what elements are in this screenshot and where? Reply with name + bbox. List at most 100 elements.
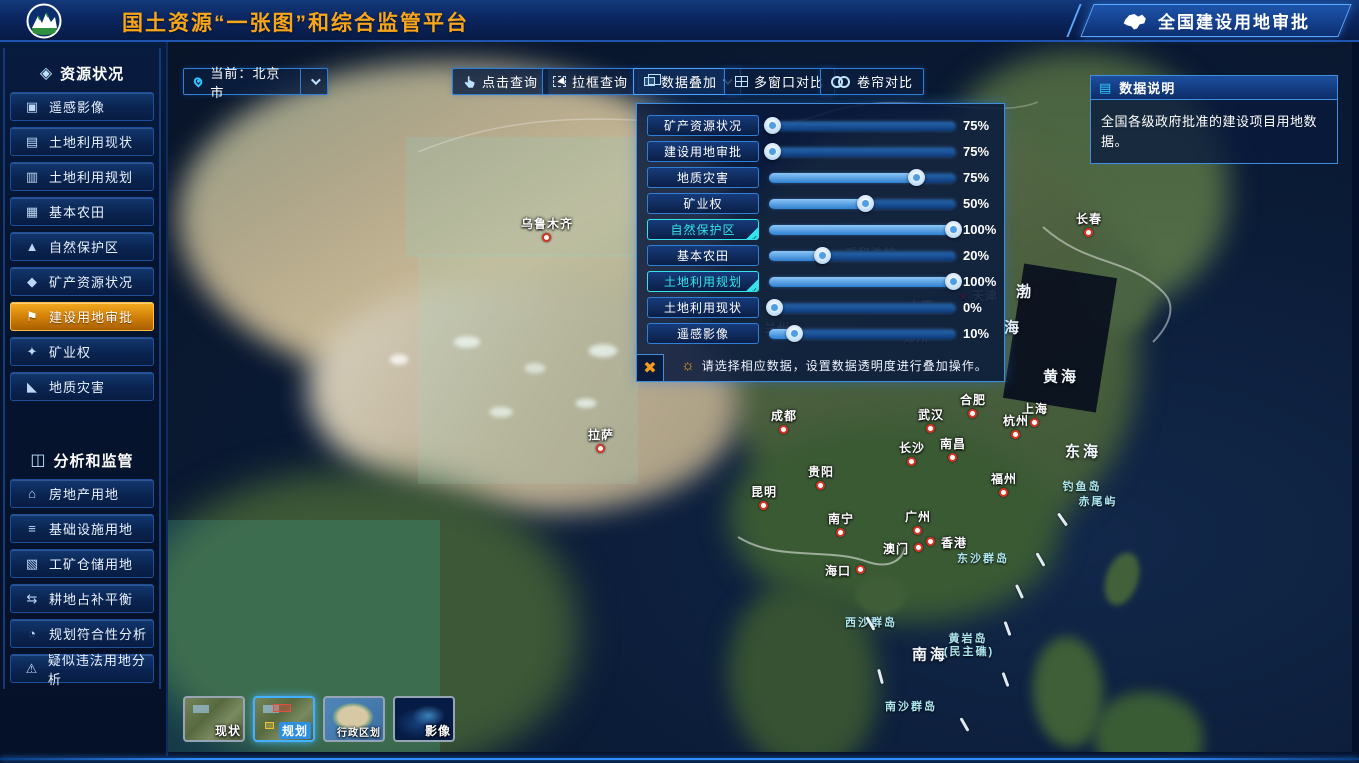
opacity-slider[interactable] xyxy=(769,147,956,157)
swipe-compare-button[interactable]: 卷帘对比 xyxy=(820,68,924,95)
layer-toggle-button[interactable]: 基本农田 xyxy=(647,245,759,266)
sidebar-item-icon: ▤ xyxy=(23,134,41,150)
multi-window-compare-button[interactable]: 多窗口对比 xyxy=(724,68,835,95)
app-logo-icon xyxy=(26,3,62,39)
sidebar-item[interactable]: ▥ 土地利用规划 xyxy=(10,162,154,191)
box-query-button[interactable]: 拉框查询 xyxy=(542,68,639,95)
slider-handle[interactable] xyxy=(764,117,781,134)
page-title: 国土资源“一张图”和综合监管平台 xyxy=(122,7,469,37)
layer-toggle-button[interactable]: 土地利用现状 xyxy=(647,297,759,318)
data-description-header: ▤ 数据说明 xyxy=(1090,75,1338,100)
city-marker-icon xyxy=(1030,418,1039,427)
panel-hint: ☼ 请选择相应数据，设置数据透明度进行叠加操作。 xyxy=(681,357,988,374)
sea-label: 黄海 xyxy=(1043,366,1079,387)
grid-windows-icon xyxy=(735,76,748,87)
layer-toggle-button[interactable]: 地质灾害 xyxy=(647,167,759,188)
data-description-panel: ▤ 数据说明 全国各级政府批准的建设项目用地数据。 xyxy=(1090,75,1338,164)
click-query-button[interactable]: 点击查询 xyxy=(452,68,549,95)
layer-toggle-button[interactable]: 土地利用规划 xyxy=(647,271,759,292)
opacity-percent-label: 100% xyxy=(963,222,996,237)
sea-label: 渤 xyxy=(1016,281,1034,302)
sidebar-item[interactable]: ▤ 土地利用现状 xyxy=(10,127,154,156)
basemap-thumb-planning[interactable]: 规划 xyxy=(253,696,315,742)
sidebar-item[interactable]: ▲ 自然保护区 xyxy=(10,232,154,261)
sidebar-item[interactable]: ⇆ 耕地占补平衡 xyxy=(10,584,154,613)
opacity-slider[interactable] xyxy=(769,251,956,261)
city-marker-icon xyxy=(948,453,957,462)
sidebar-item[interactable]: ▧ 工矿仓储用地 xyxy=(10,549,154,578)
city-marker-icon xyxy=(816,481,825,490)
opacity-slider[interactable] xyxy=(769,329,956,339)
city-marker-icon xyxy=(596,444,605,453)
layer-row: 自然保护区 100% xyxy=(637,217,1004,243)
data-overlay-panel: 矿产资源状况 75% 建设用地审批 75% 地质灾害 xyxy=(636,103,1005,382)
close-panel-button[interactable]: ✖ xyxy=(636,354,664,382)
basemap-thumb-current[interactable]: 现状 xyxy=(183,696,245,742)
sidebar-item[interactable]: ⚠ 疑似违法用地分析 xyxy=(10,654,154,683)
sidebar-item[interactable]: ✦ 矿业权 xyxy=(10,337,154,366)
sea-label: 南海 xyxy=(912,644,948,665)
sidebar-item-icon: ◣ xyxy=(23,379,41,395)
layer-row: 矿业权 50% xyxy=(637,191,1004,217)
china-map-icon xyxy=(1122,12,1148,30)
opacity-slider[interactable] xyxy=(769,199,956,209)
slider-handle[interactable] xyxy=(945,273,962,290)
opacity-percent-label: 0% xyxy=(963,300,982,315)
sea-label: 海 xyxy=(1004,317,1022,338)
layer-toggle-button[interactable]: 矿业权 xyxy=(647,193,759,214)
slider-handle[interactable] xyxy=(814,247,831,264)
selected-check-icon xyxy=(745,278,759,292)
opacity-slider[interactable] xyxy=(769,277,956,287)
sidebar-item[interactable]: ◔ 规划符合性分析 xyxy=(10,619,154,648)
island-label: 南沙群岛 xyxy=(885,698,937,714)
opacity-slider[interactable] xyxy=(769,121,956,131)
opacity-slider[interactable] xyxy=(769,225,956,235)
layers-icon xyxy=(644,77,655,86)
region-dropdown-toggle[interactable] xyxy=(300,69,327,94)
basemap-thumb-admin[interactable]: 行政区划 xyxy=(323,696,385,742)
sidebar-item[interactable]: ▣ 遥感影像 xyxy=(10,92,154,121)
opacity-slider[interactable] xyxy=(769,173,956,183)
sidebar-item[interactable]: ⌂ 房地产用地 xyxy=(10,479,154,508)
layer-toggle-button[interactable]: 自然保护区 xyxy=(647,219,759,240)
slider-handle[interactable] xyxy=(945,221,962,238)
city-marker-icon xyxy=(926,537,935,546)
slider-handle[interactable] xyxy=(764,143,781,160)
sidebar-item[interactable]: ⚑ 建设用地审批 xyxy=(10,302,154,331)
basemap-thumb-imagery[interactable]: 影像 xyxy=(393,696,455,742)
sidebar-item[interactable]: ▦ 基本农田 xyxy=(10,197,154,226)
sidebar-item-icon: ≡ xyxy=(23,521,41,536)
slider-handle[interactable] xyxy=(908,169,925,186)
city-marker-icon xyxy=(907,457,916,466)
layer-row: 土地利用规划 100% xyxy=(637,269,1004,295)
sidebar-item[interactable]: ≡ 基础设施用地 xyxy=(10,514,154,543)
layer-toggle-button[interactable]: 矿产资源状况 xyxy=(647,115,759,136)
analysis-section-icon: ◫ xyxy=(30,450,45,470)
opacity-percent-label: 50% xyxy=(963,196,989,211)
sidebar-item[interactable]: ◣ 地质灾害 xyxy=(10,372,154,401)
layer-row: 地质灾害 75% xyxy=(637,165,1004,191)
location-pin-icon xyxy=(192,75,204,87)
opacity-slider[interactable] xyxy=(769,303,956,313)
sidebar-section-resources: ◈ 资源状况 xyxy=(8,58,156,88)
sidebar-item-icon: ⚑ xyxy=(23,309,41,325)
sidebar: ◈ 资源状况 ▣ 遥感影像 ▤ 土地利用现状 ▥ 土地利用规划 ▦ 基本农田 ▲… xyxy=(0,42,168,756)
sidebar-section-analysis: ◫ 分析和监管 xyxy=(8,445,156,475)
opacity-percent-label: 10% xyxy=(963,326,989,341)
data-description-body: 全国各级政府批准的建设项目用地数据。 xyxy=(1090,100,1338,164)
layer-row: 建设用地审批 75% xyxy=(637,139,1004,165)
slider-handle[interactable] xyxy=(786,325,803,342)
slider-handle[interactable] xyxy=(857,195,874,212)
layer-row: 基本农田 20% xyxy=(637,243,1004,269)
current-region-dropdown[interactable]: 当前：北京市 xyxy=(183,68,328,95)
city-marker-icon xyxy=(1011,430,1020,439)
sea-label: 东海 xyxy=(1065,441,1101,462)
resources-items: ▣ 遥感影像 ▤ 土地利用现状 ▥ 土地利用规划 ▦ 基本农田 ▲ 自然保护区 … xyxy=(8,92,156,401)
layer-toggle-button[interactable]: 遥感影像 xyxy=(647,323,759,344)
sidebar-item[interactable]: ◆ 矿产资源状况 xyxy=(10,267,154,296)
hand-click-icon xyxy=(463,75,476,89)
opacity-percent-label: 20% xyxy=(963,248,989,263)
slider-handle[interactable] xyxy=(766,299,783,316)
opacity-percent-label: 75% xyxy=(963,118,989,133)
layer-toggle-button[interactable]: 建设用地审批 xyxy=(647,141,759,162)
